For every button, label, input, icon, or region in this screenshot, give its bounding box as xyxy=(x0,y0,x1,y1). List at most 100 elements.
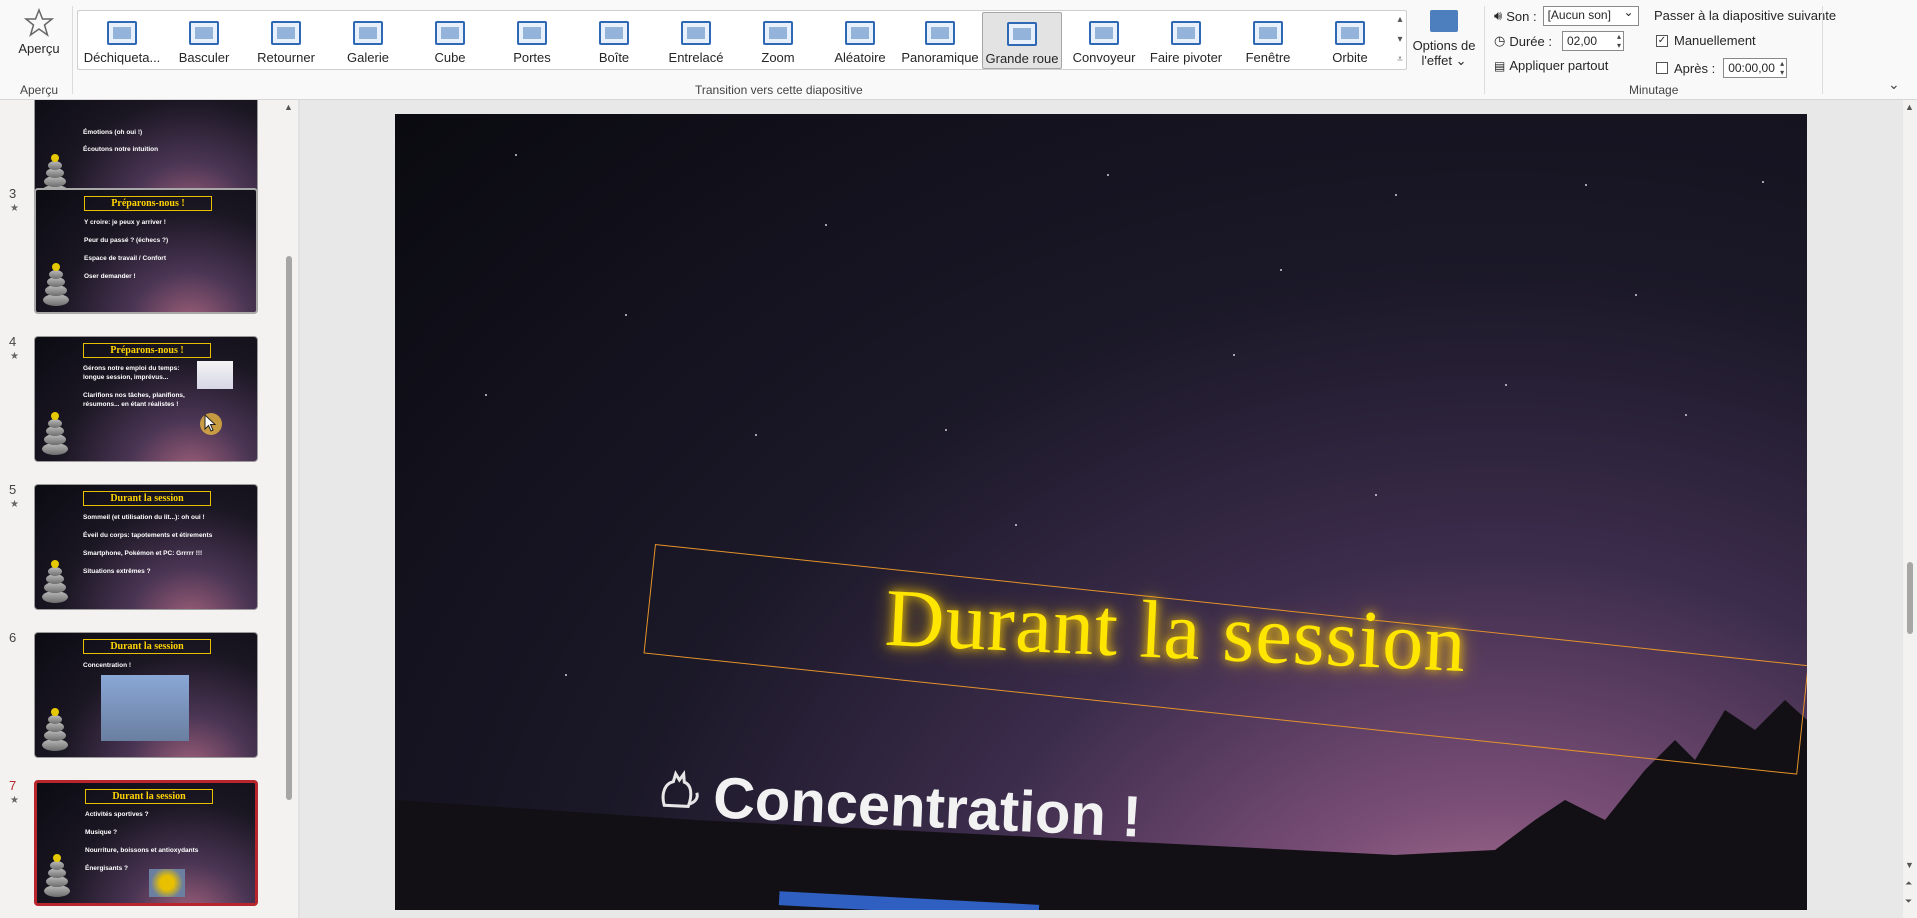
slide-thumbnail-4[interactable]: Préparons-nous ! Gérons notre emploi du … xyxy=(34,336,258,462)
energy-drink-image xyxy=(149,869,185,897)
group-divider xyxy=(1484,6,1485,94)
stone-cairn-image xyxy=(41,547,69,603)
gallery-up-icon[interactable]: ▴ xyxy=(1392,11,1408,29)
transitions-group-label: Transition vers cette diapositive xyxy=(695,83,863,97)
transition-star-icon: ★ xyxy=(10,795,19,806)
slide-number: 7 xyxy=(9,778,17,793)
spin-arrows-icon[interactable]: ▴ ▾ xyxy=(1617,32,1621,50)
transition-ferris-wheel[interactable]: Grande roue xyxy=(982,12,1062,69)
duration-input[interactable]: 02,00 ▴ ▾ xyxy=(1561,31,1624,51)
editor-scrollbar[interactable]: ▲ ▼ ⏶ ⏷ xyxy=(1903,100,1917,918)
sound-icon: 🔊︎ xyxy=(1494,8,1503,23)
transition-cube[interactable]: Cube xyxy=(410,12,490,69)
transition-switch[interactable]: Basculer xyxy=(164,12,244,69)
timing-group: 🔊︎ Son : [Aucun son] ◷ Durée : 02,00▴▾ ▤… xyxy=(1490,0,1836,80)
effect-options-label-1: Options de xyxy=(1412,38,1476,53)
random-icon xyxy=(845,21,875,45)
cat-bullet-icon xyxy=(661,770,699,808)
transition-flip[interactable]: Retourner xyxy=(246,12,326,69)
effect-options-icon xyxy=(1430,10,1458,32)
next-slide-icon[interactable]: ⏷ xyxy=(1905,896,1912,907)
slide-thumbnail-3[interactable]: Préparons-nous ! Y croire: je peux y arr… xyxy=(34,188,258,314)
scroll-up-icon[interactable]: ▲ xyxy=(1905,102,1914,112)
slide-thumbnail-5[interactable]: Durant la session Sommeil (et utilisatio… xyxy=(34,484,258,610)
doors-icon xyxy=(517,21,547,45)
gallery-down-icon[interactable]: ▾ xyxy=(1392,31,1408,49)
calendar-image xyxy=(197,361,233,389)
transition-gallery: Déchiqueta... Basculer Retourner Galerie… xyxy=(77,10,1407,70)
after-checkbox[interactable] xyxy=(1656,62,1668,74)
slide-number: 4 xyxy=(9,334,17,349)
ferris-wheel-icon xyxy=(1007,22,1037,46)
transition-orbit[interactable]: Orbite xyxy=(1310,12,1390,69)
sound-label: Son : xyxy=(1506,8,1537,24)
slide-number: 5 xyxy=(9,482,17,497)
slide-number: 6 xyxy=(9,630,17,645)
transition-rotate[interactable]: Faire pivoter xyxy=(1146,12,1226,69)
after-input[interactable]: 00:00,00 ▴ ▾ xyxy=(1723,58,1788,78)
scrollbar-thumb[interactable] xyxy=(1907,562,1913,634)
scroll-down-icon[interactable]: ▼ xyxy=(1905,860,1914,870)
transition-gallery-fx[interactable]: Galerie xyxy=(328,12,408,69)
gallery-icon xyxy=(353,21,383,45)
transition-pan[interactable]: Panoramique xyxy=(900,12,980,69)
rotate-icon xyxy=(1171,21,1201,45)
transition-shred[interactable]: Déchiqueta... xyxy=(82,12,162,69)
eiffel-tower-image xyxy=(101,675,189,741)
slide-thumbnail-7[interactable]: Durant la session Activités sportives ? … xyxy=(34,780,258,906)
on-click-label: Manuellement xyxy=(1674,33,1756,48)
group-divider xyxy=(72,6,73,94)
orbit-icon xyxy=(1335,21,1365,45)
timing-group-label: Minutage xyxy=(1629,83,1679,97)
gallery-scroll: ▴ ▾ ⩡ xyxy=(1392,11,1408,69)
on-click-checkbox[interactable]: ✓ xyxy=(1656,34,1668,47)
preview-group-label: Aperçu xyxy=(20,83,59,97)
transition-zoom[interactable]: Zoom xyxy=(738,12,818,69)
window-icon xyxy=(1253,21,1283,45)
effect-options-label-2: l'effet ⌄ xyxy=(1421,53,1467,68)
scrollbar-thumb[interactable] xyxy=(286,256,292,800)
transition-star-icon: ★ xyxy=(10,351,19,362)
scroll-up-icon[interactable]: ▲ xyxy=(284,102,293,112)
thumbnail-scrollbar[interactable]: ▲ xyxy=(282,100,296,918)
stone-cairn-image xyxy=(41,695,69,751)
stone-cairn-image xyxy=(42,250,70,306)
switch-icon xyxy=(189,21,219,45)
clock-icon: ◷ xyxy=(1494,33,1506,48)
previous-slide-icon[interactable]: ⏶ xyxy=(1905,878,1912,889)
shred-icon xyxy=(107,21,137,45)
transition-box[interactable]: Boîte xyxy=(574,12,654,69)
gallery-more-icon[interactable]: ⩡ xyxy=(1392,51,1408,69)
ribbon: Aperçu Aperçu Déchiqueta... Basculer Ret… xyxy=(0,0,1917,100)
collapse-ribbon-icon[interactable]: ⌄ xyxy=(1888,76,1900,93)
current-slide[interactable]: Durant la session Concentration ! xyxy=(395,114,1807,910)
transition-star-icon: ★ xyxy=(10,203,19,214)
zoom-icon xyxy=(763,21,793,45)
transition-conveyor[interactable]: Convoyeur xyxy=(1064,12,1144,69)
after-label: Après : xyxy=(1674,60,1716,76)
apply-all-button[interactable]: Appliquer partout xyxy=(1509,58,1608,73)
slide-thumbnail-6[interactable]: Durant la session Concentration ! xyxy=(34,632,258,758)
advance-label: Passer à la diapositive suivante xyxy=(1654,8,1837,23)
stone-cairn-image xyxy=(43,841,71,897)
slide-thumbnail-pane: Émotions (oh oui !) Écoutons notre intui… xyxy=(0,100,298,918)
star-icon xyxy=(24,8,54,37)
group-divider xyxy=(1822,6,1823,94)
transition-random[interactable]: Aléatoire xyxy=(820,12,900,69)
cube-icon xyxy=(435,21,465,45)
preview-label: Aperçu xyxy=(18,41,60,56)
pan-icon xyxy=(925,21,955,45)
sound-select[interactable]: [Aucun son] xyxy=(1542,5,1639,26)
transition-window[interactable]: Fenêtre xyxy=(1228,12,1308,69)
mouse-cursor-icon xyxy=(200,413,222,435)
apply-all-icon: ▤ xyxy=(1494,58,1506,73)
box-icon xyxy=(599,21,629,45)
transition-comb[interactable]: Entrelacé xyxy=(656,12,736,69)
effect-options-button[interactable]: Options de l'effet ⌄ xyxy=(1410,8,1478,74)
preview-button[interactable]: Aperçu xyxy=(12,6,66,64)
transition-doors[interactable]: Portes xyxy=(492,12,572,69)
flip-icon xyxy=(271,21,301,45)
slide-number: 3 xyxy=(9,186,17,201)
spin-arrows-icon[interactable]: ▴ ▾ xyxy=(1780,59,1784,77)
conveyor-icon xyxy=(1089,21,1119,45)
